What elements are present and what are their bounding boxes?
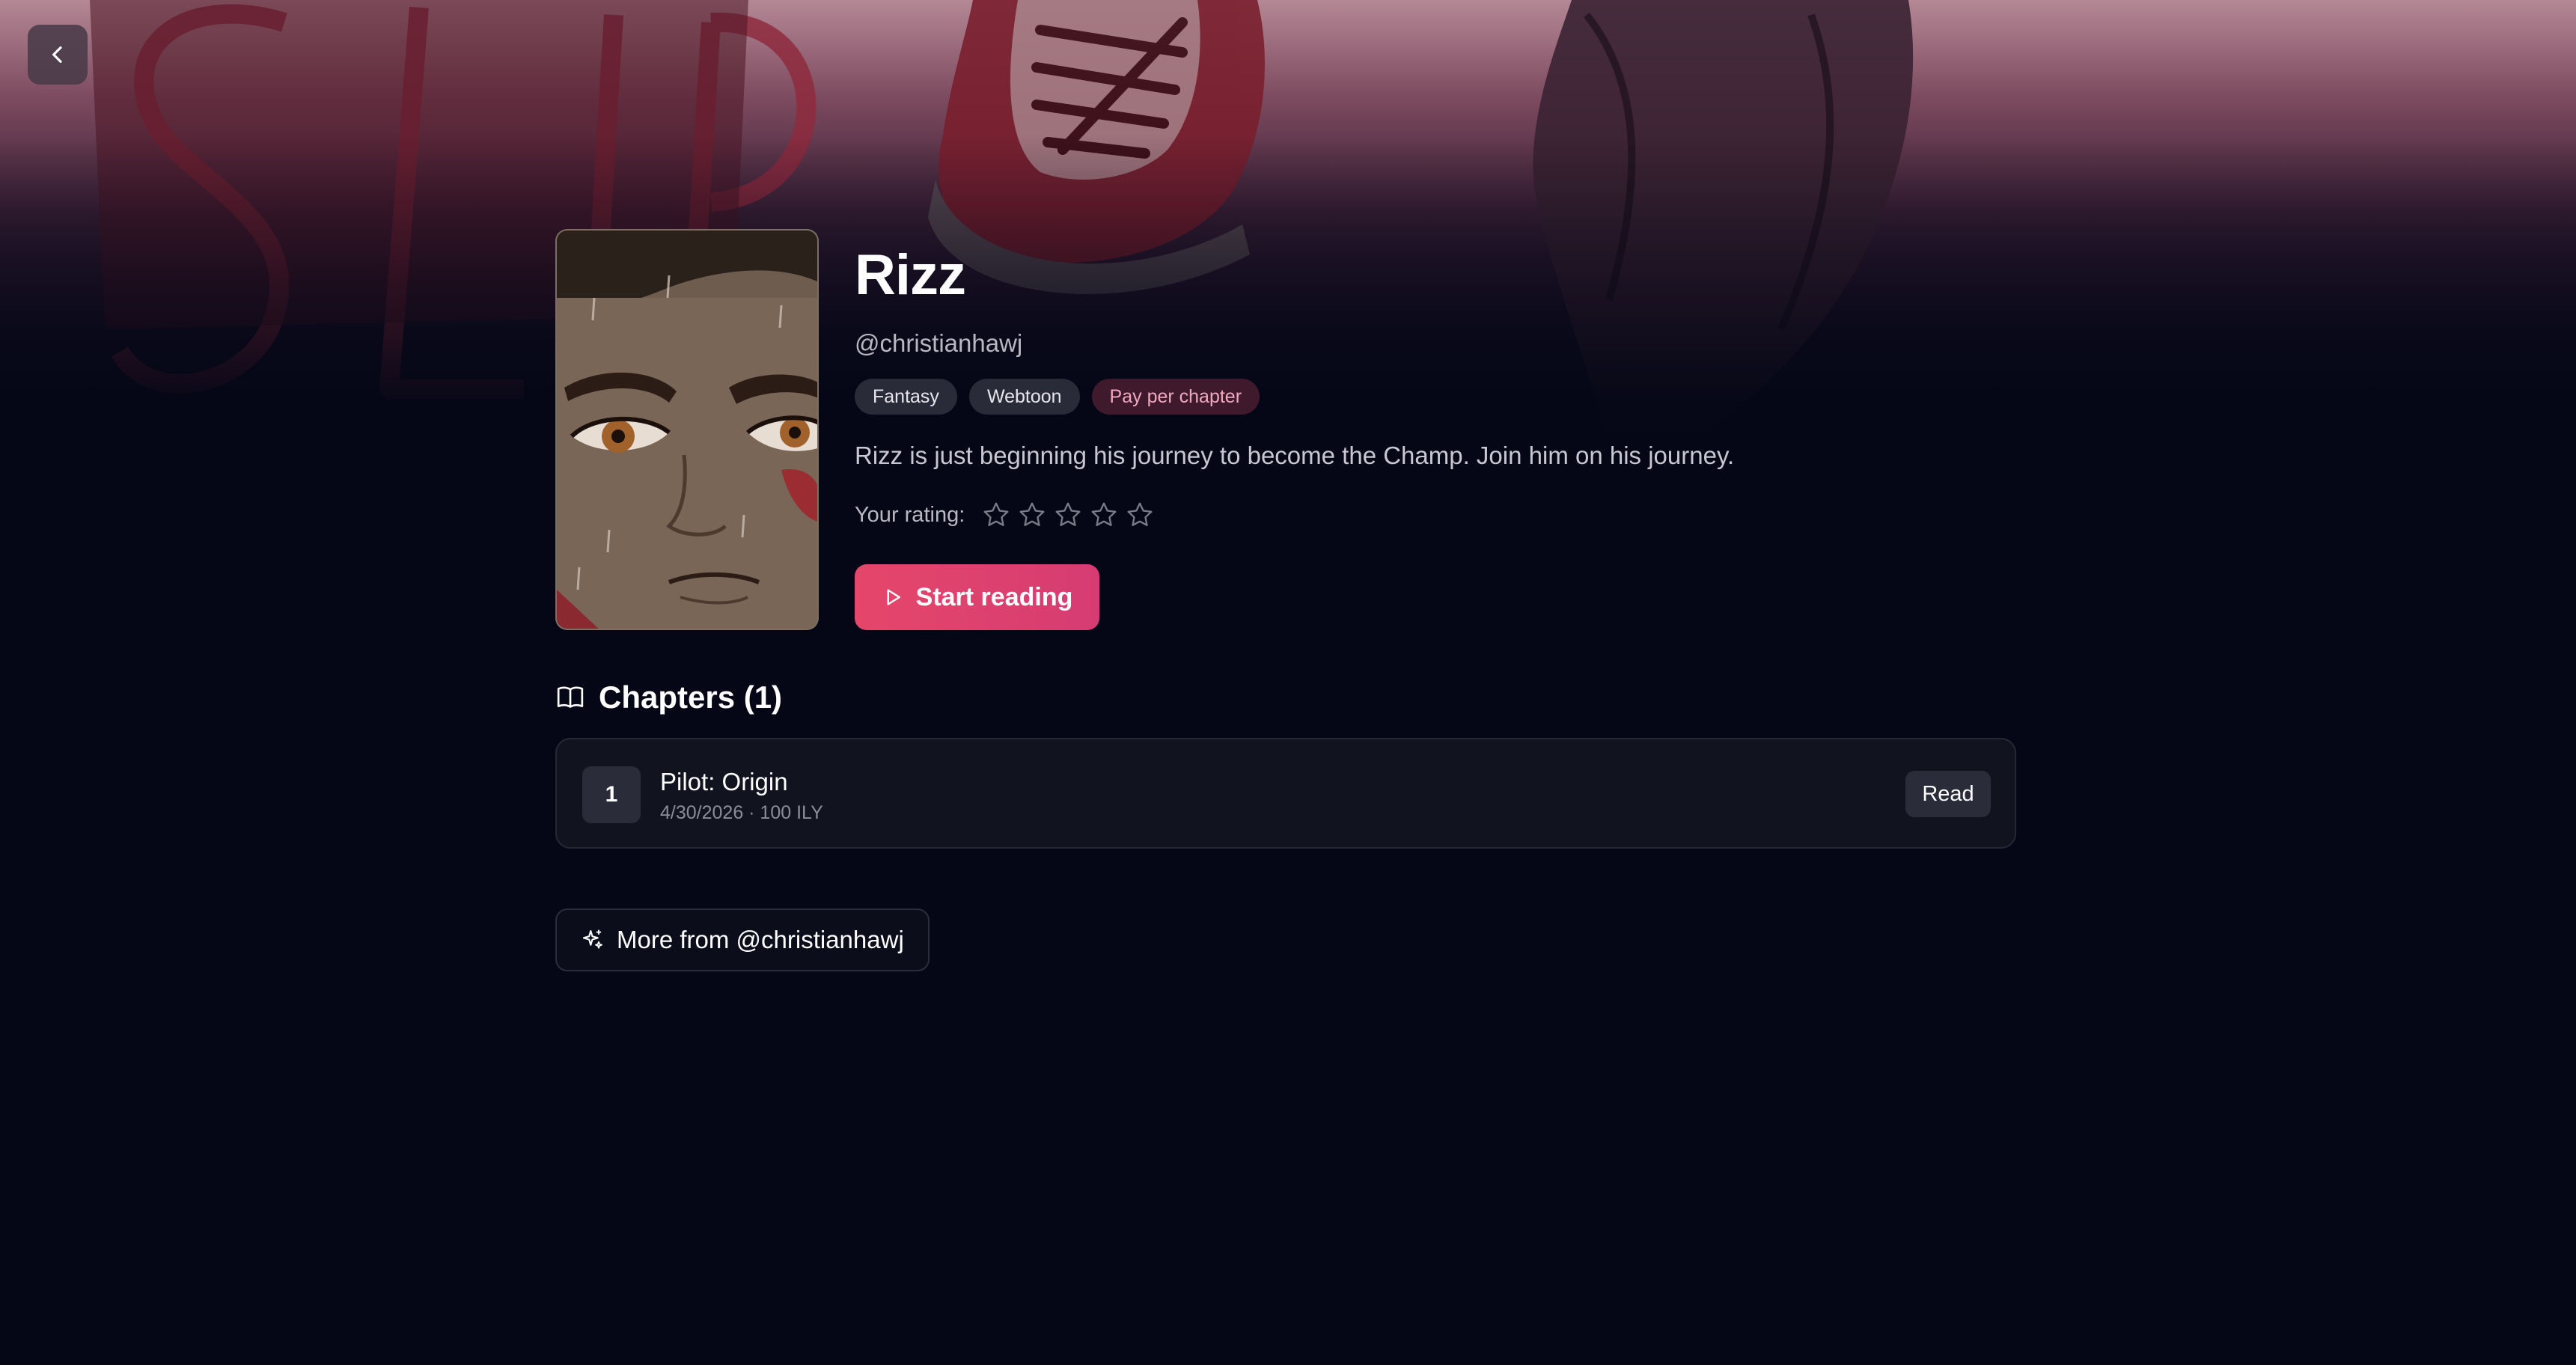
- tag-genre: Fantasy: [855, 379, 957, 415]
- tag-format: Webtoon: [968, 379, 1080, 415]
- star-icon[interactable]: [981, 500, 1011, 530]
- chapters-heading-text: Chapters (1): [599, 680, 783, 715]
- rating-row: Your rating:: [855, 500, 1155, 530]
- book-open-icon: [557, 686, 584, 708]
- read-chapter-button[interactable]: Read: [1905, 771, 1991, 817]
- chapter-meta: 4/30/2026 · 100 ILY: [660, 802, 823, 823]
- star-icon[interactable]: [1089, 500, 1119, 530]
- sparkles-icon: [582, 929, 602, 949]
- play-icon: [887, 589, 900, 605]
- chapters-heading: Chapters (1): [555, 680, 782, 715]
- more-from-author-label: More from @christianhawj: [617, 926, 904, 953]
- chapter-number: 1: [582, 766, 641, 823]
- star-rating: [981, 500, 1155, 530]
- series-description: Rizz is just beginning his journey to be…: [855, 442, 1735, 469]
- back-button[interactable]: [28, 25, 88, 85]
- cover-image: [555, 229, 819, 630]
- star-icon[interactable]: [1017, 500, 1047, 530]
- start-reading-button[interactable]: Start reading: [855, 564, 1099, 630]
- chevron-left-icon: [52, 46, 62, 63]
- rating-label: Your rating:: [855, 502, 965, 527]
- start-reading-label: Start reading: [915, 582, 1073, 611]
- hero-fade-overlay: [0, 0, 2576, 449]
- star-icon[interactable]: [1125, 500, 1155, 530]
- star-icon[interactable]: [1053, 500, 1083, 530]
- hero-banner: [0, 0, 2576, 449]
- more-from-author-button[interactable]: More from @christianhawj: [555, 909, 930, 971]
- series-title: Rizz: [855, 243, 966, 307]
- chapter-title: Pilot: Origin: [660, 768, 788, 796]
- chapter-row[interactable]: 1 Pilot: Origin 4/30/2026 · 100 ILY Read: [555, 738, 2016, 849]
- tag-pricing: Pay per chapter: [1091, 379, 1260, 415]
- tag-list: Fantasy Webtoon Pay per chapter: [855, 379, 1260, 415]
- author-handle[interactable]: @christianhawj: [855, 329, 1022, 358]
